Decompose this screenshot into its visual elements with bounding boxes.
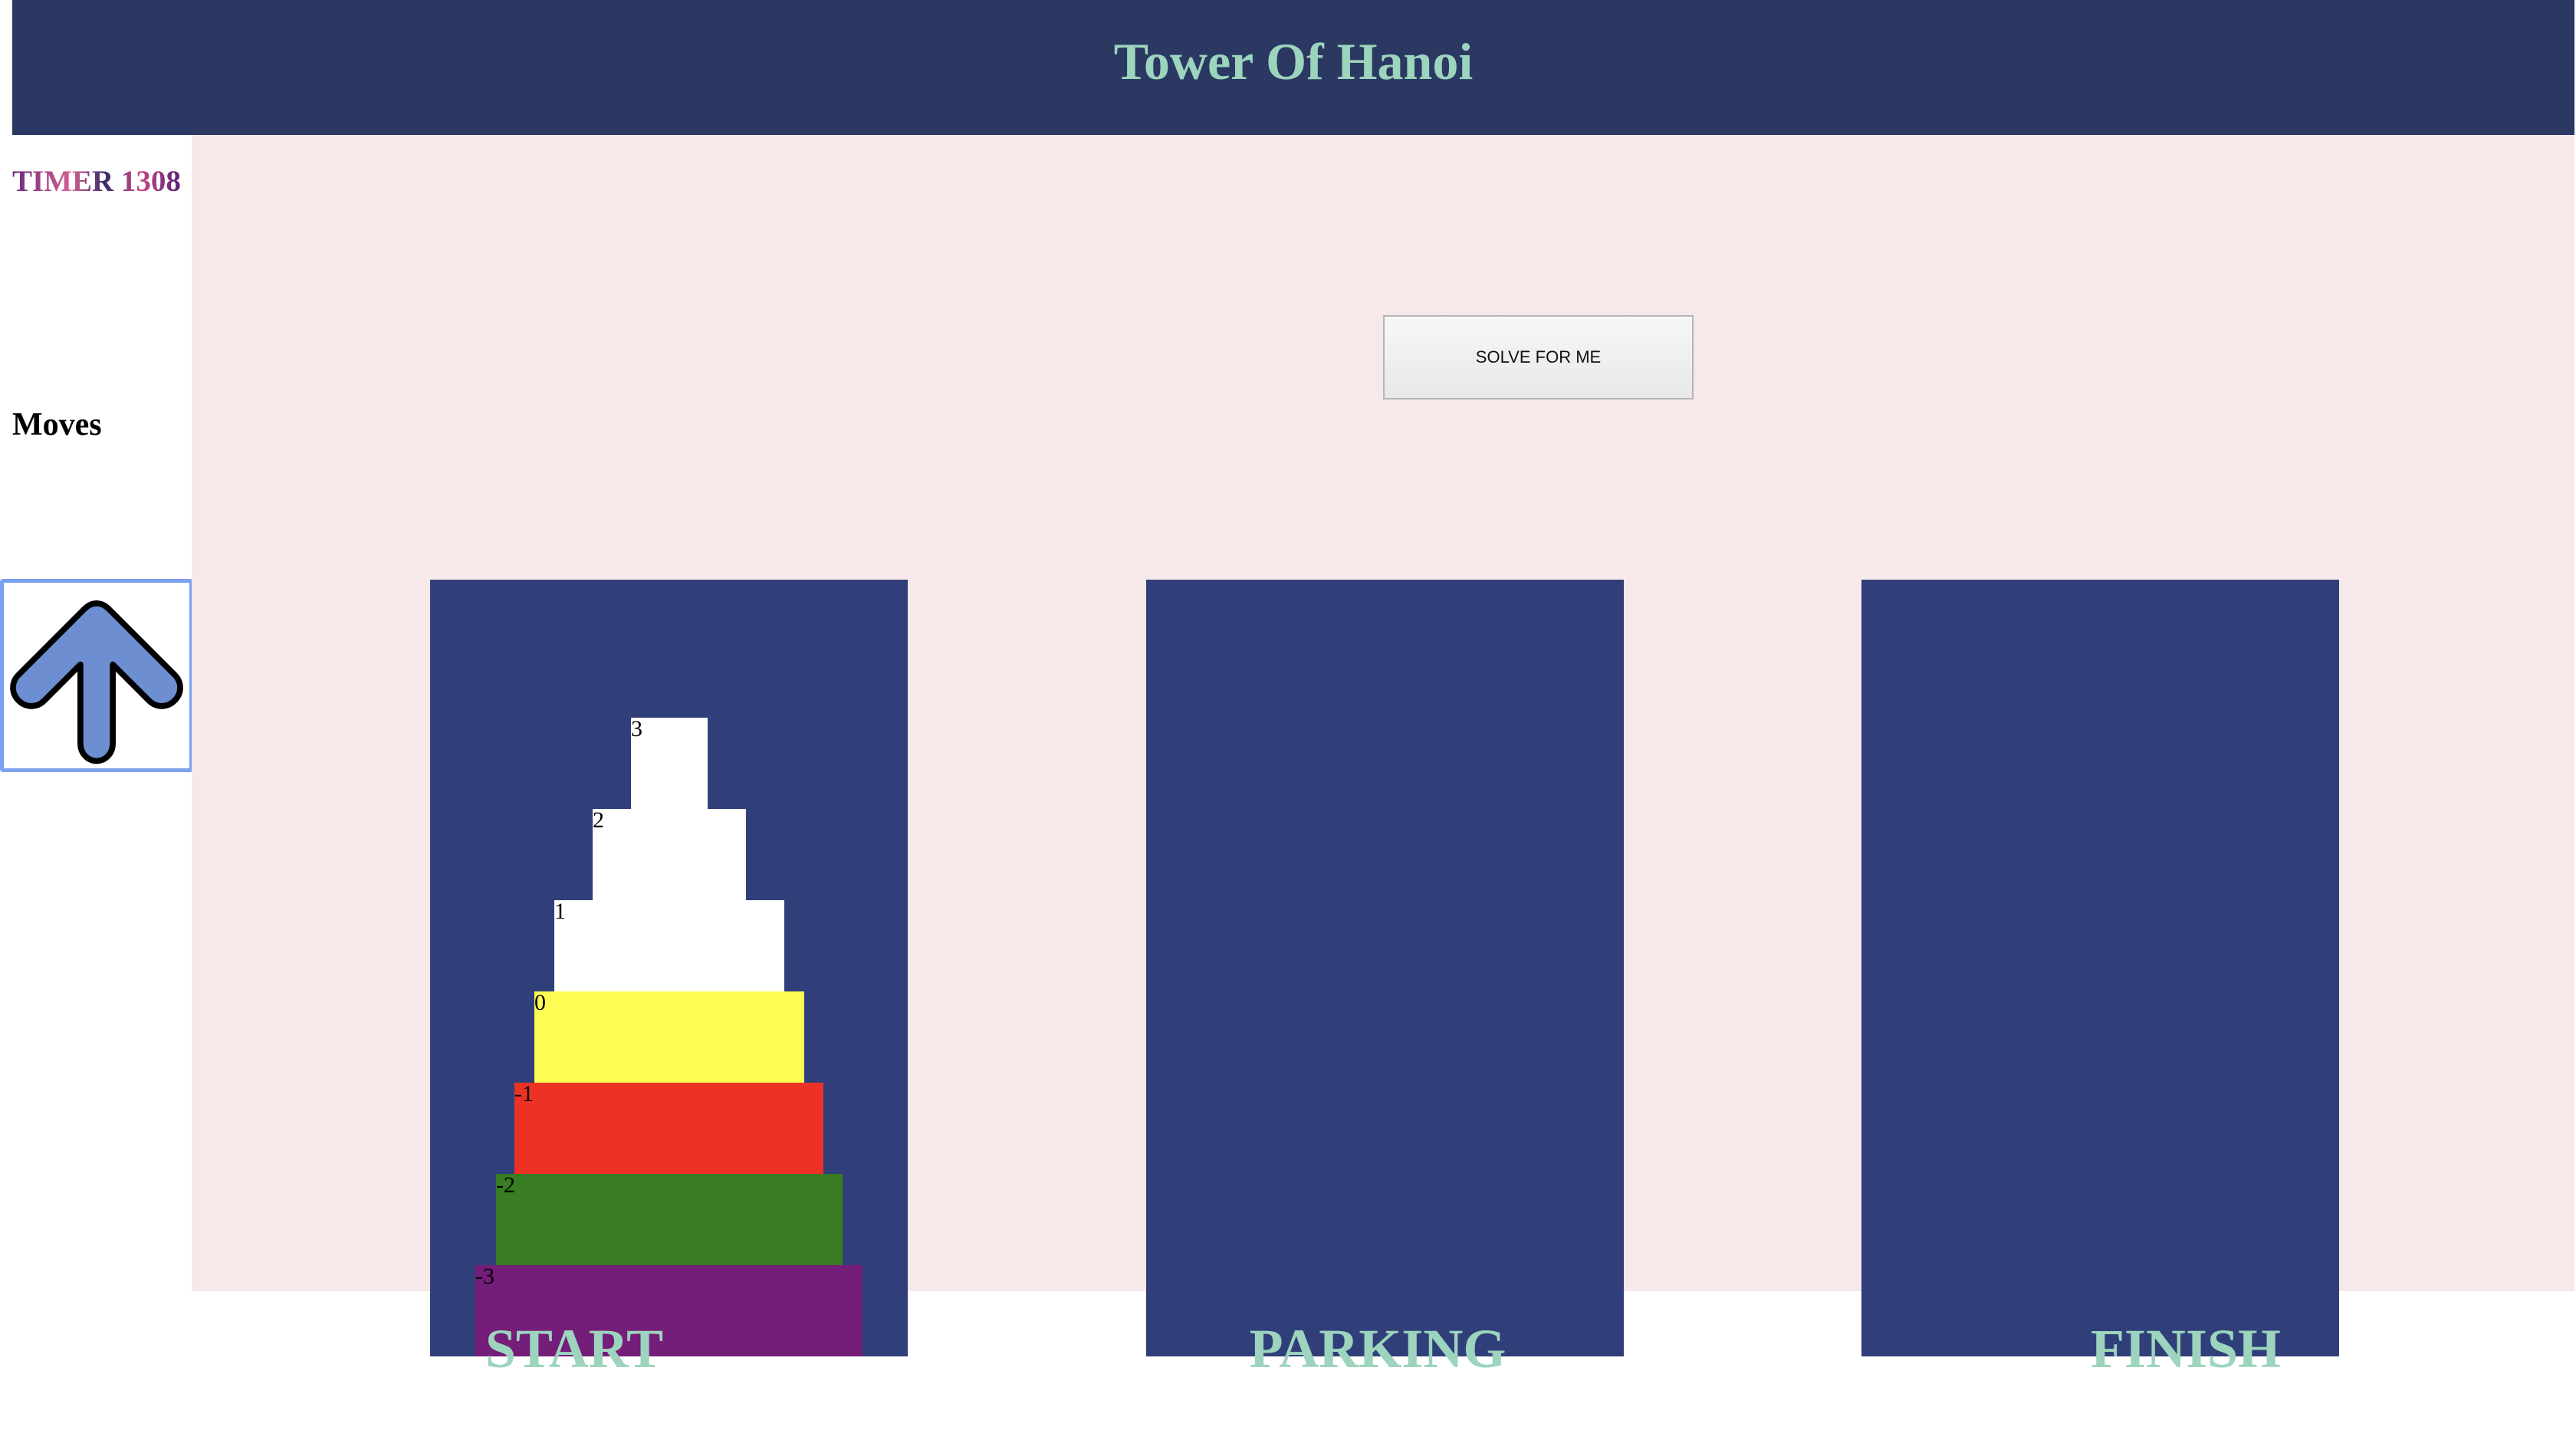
disk-2[interactable]: 2 — [593, 809, 746, 900]
up-arrow-button[interactable] — [0, 579, 193, 772]
disk-label: 1 — [554, 899, 566, 924]
disk-label: 0 — [534, 990, 546, 1015]
disk-1[interactable]: 1 — [554, 900, 784, 991]
disk--1[interactable]: -1 — [514, 1083, 823, 1174]
disk-label: 3 — [631, 716, 642, 741]
disk-label: 2 — [593, 807, 604, 833]
up-arrow-icon — [10, 600, 183, 764]
header-bar: Tower Of Hanoi — [12, 0, 2574, 135]
disk--2[interactable]: -2 — [496, 1174, 843, 1265]
peg-label-finish: FINISH — [2090, 1318, 2282, 1379]
disk-3[interactable]: 3 — [631, 718, 708, 809]
peg-start[interactable]: 3 2 1 0 -1 -2 -3 — [430, 580, 908, 1356]
peg-finish[interactable] — [1861, 580, 2339, 1356]
disk-label: -1 — [514, 1081, 534, 1106]
disk-label: -2 — [496, 1172, 515, 1198]
moves-label: Moves — [12, 407, 102, 442]
game-board: SOLVE FOR ME 3 2 1 0 -1 -2 -3 — [192, 135, 2574, 1356]
page-title: Tower Of Hanoi — [1113, 31, 1474, 90]
disk-0[interactable]: 0 — [534, 991, 804, 1083]
timer-display: TIMER 1308 — [12, 165, 181, 198]
peg-label-parking: PARKING — [1249, 1318, 1506, 1379]
solve-button[interactable]: SOLVE FOR ME — [1383, 315, 1694, 399]
peg-label-start: START — [485, 1318, 664, 1379]
disk-label: -3 — [475, 1264, 495, 1289]
peg-parking[interactable] — [1146, 580, 1624, 1356]
